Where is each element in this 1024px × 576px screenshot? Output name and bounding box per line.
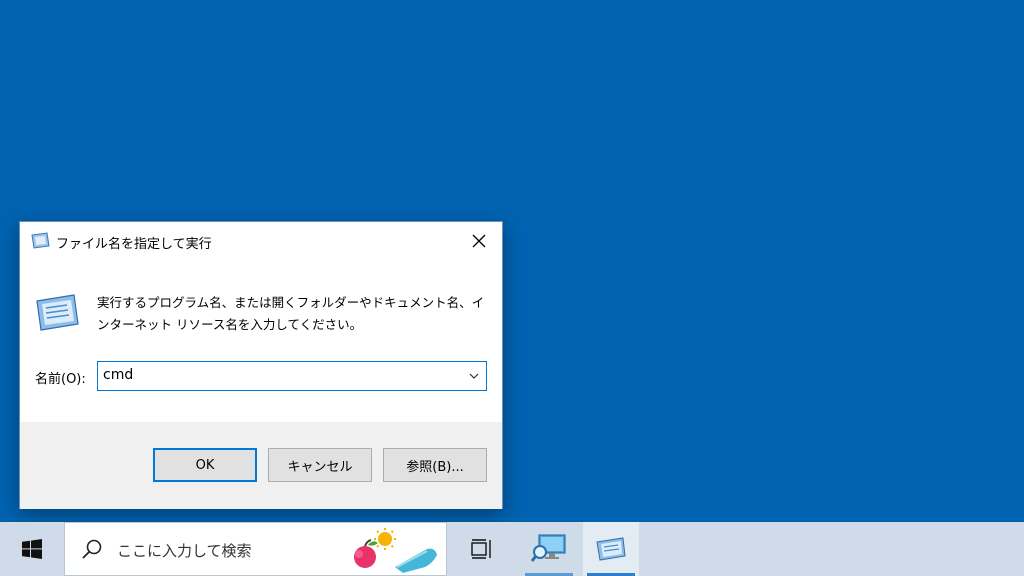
search-icon	[82, 539, 102, 559]
close-icon	[472, 234, 486, 248]
windows-logo-icon	[22, 539, 42, 559]
dialog-description: 実行するプログラム名、または開くフォルダーやドキュメント名、イ ンターネット リ…	[97, 292, 487, 336]
search-highlight-illustration-icon	[354, 528, 437, 573]
name-combobox[interactable]: cmd	[97, 361, 487, 391]
description-line-2: ンターネット リソース名を入力してください。	[97, 317, 363, 332]
name-input-value[interactable]: cmd	[103, 367, 133, 383]
cancel-button[interactable]: キャンセル	[268, 448, 372, 482]
taskbar-search-box[interactable]: ここに入力して検索	[64, 522, 447, 576]
description-line-1: 実行するプログラム名、または開くフォルダーやドキュメント名、イ	[97, 295, 485, 310]
browse-button[interactable]: 参照(B)...	[383, 448, 487, 482]
taskbar-app-run[interactable]	[583, 522, 639, 576]
ok-button[interactable]: OK	[153, 448, 257, 482]
taskbar-app-remote-desktop[interactable]	[521, 522, 577, 576]
dialog-title: ファイル名を指定して実行	[56, 237, 212, 252]
task-view-icon	[471, 539, 491, 559]
run-dialog: ファイル名を指定して実行 実行するプログラム名、または開くフォルダーやドキュメン…	[19, 221, 503, 509]
run-icon	[596, 537, 626, 561]
start-button[interactable]	[0, 522, 64, 576]
search-placeholder: ここに入力して検索	[117, 542, 252, 560]
run-icon	[31, 232, 50, 249]
taskbar: ここに入力して検索	[0, 522, 1024, 576]
dialog-footer: OK キャンセル 参照(B)...	[20, 422, 502, 509]
task-view-button[interactable]	[458, 522, 506, 576]
close-button[interactable]	[456, 222, 502, 260]
title-bar[interactable]: ファイル名を指定して実行	[20, 222, 502, 260]
remote-desktop-icon	[531, 534, 566, 562]
chevron-down-icon[interactable]	[468, 370, 480, 382]
name-label: 名前(O):	[35, 372, 86, 387]
run-large-icon	[36, 294, 79, 331]
